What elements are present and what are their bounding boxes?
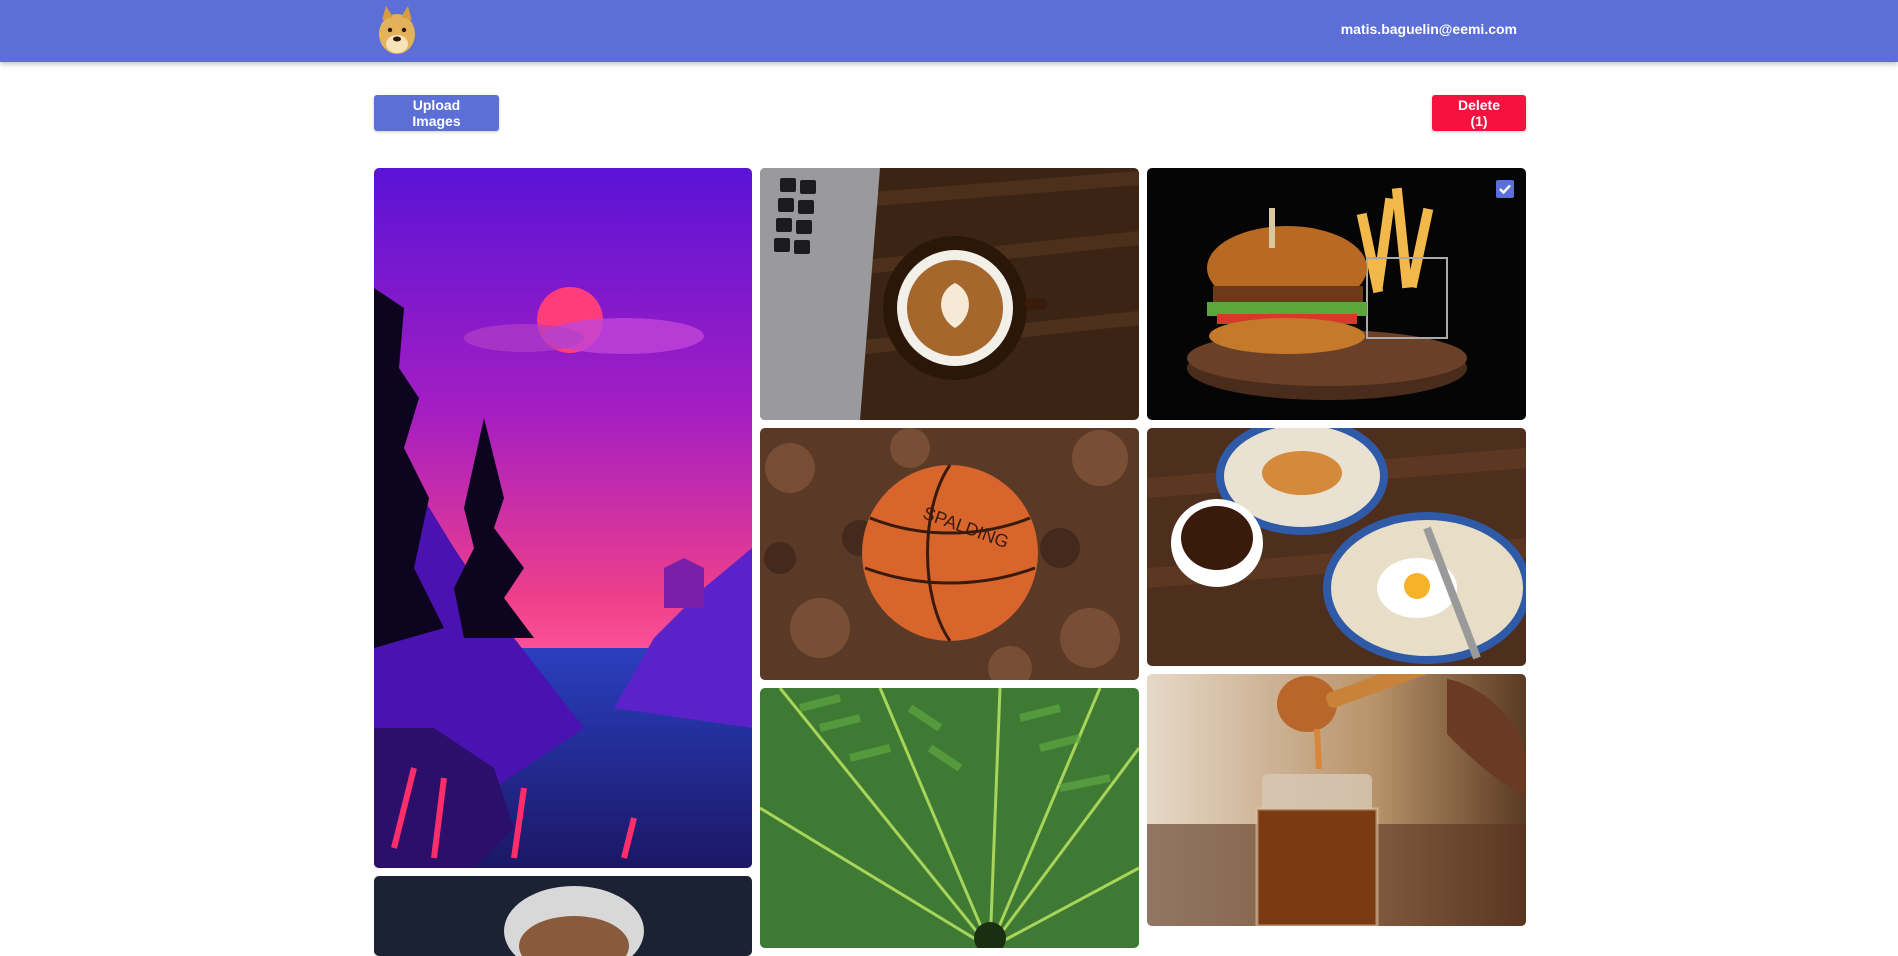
selected-checkbox[interactable] [1496, 180, 1514, 198]
upload-images-button[interactable]: Upload Images [374, 95, 499, 131]
gallery-image-honey[interactable] [1147, 674, 1526, 926]
gallery-image-sunset[interactable] [374, 168, 752, 868]
doge-logo-icon[interactable] [374, 2, 420, 56]
gallery-image-breakfast[interactable] [1147, 428, 1526, 666]
delete-button[interactable]: Delete (1) [1432, 95, 1526, 131]
gallery-image-fern[interactable] [760, 688, 1139, 948]
gallery-image-burger[interactable] [1147, 168, 1526, 420]
user-email[interactable]: matis.baguelin@eemi.com [1341, 21, 1517, 37]
gallery-image-latte[interactable] [760, 168, 1139, 420]
gallery-image-basketball[interactable]: SPALDING [760, 428, 1139, 680]
gallery-image-portrait[interactable] [374, 876, 752, 956]
app-bar: matis.baguelin@eemi.com [0, 0, 1898, 62]
